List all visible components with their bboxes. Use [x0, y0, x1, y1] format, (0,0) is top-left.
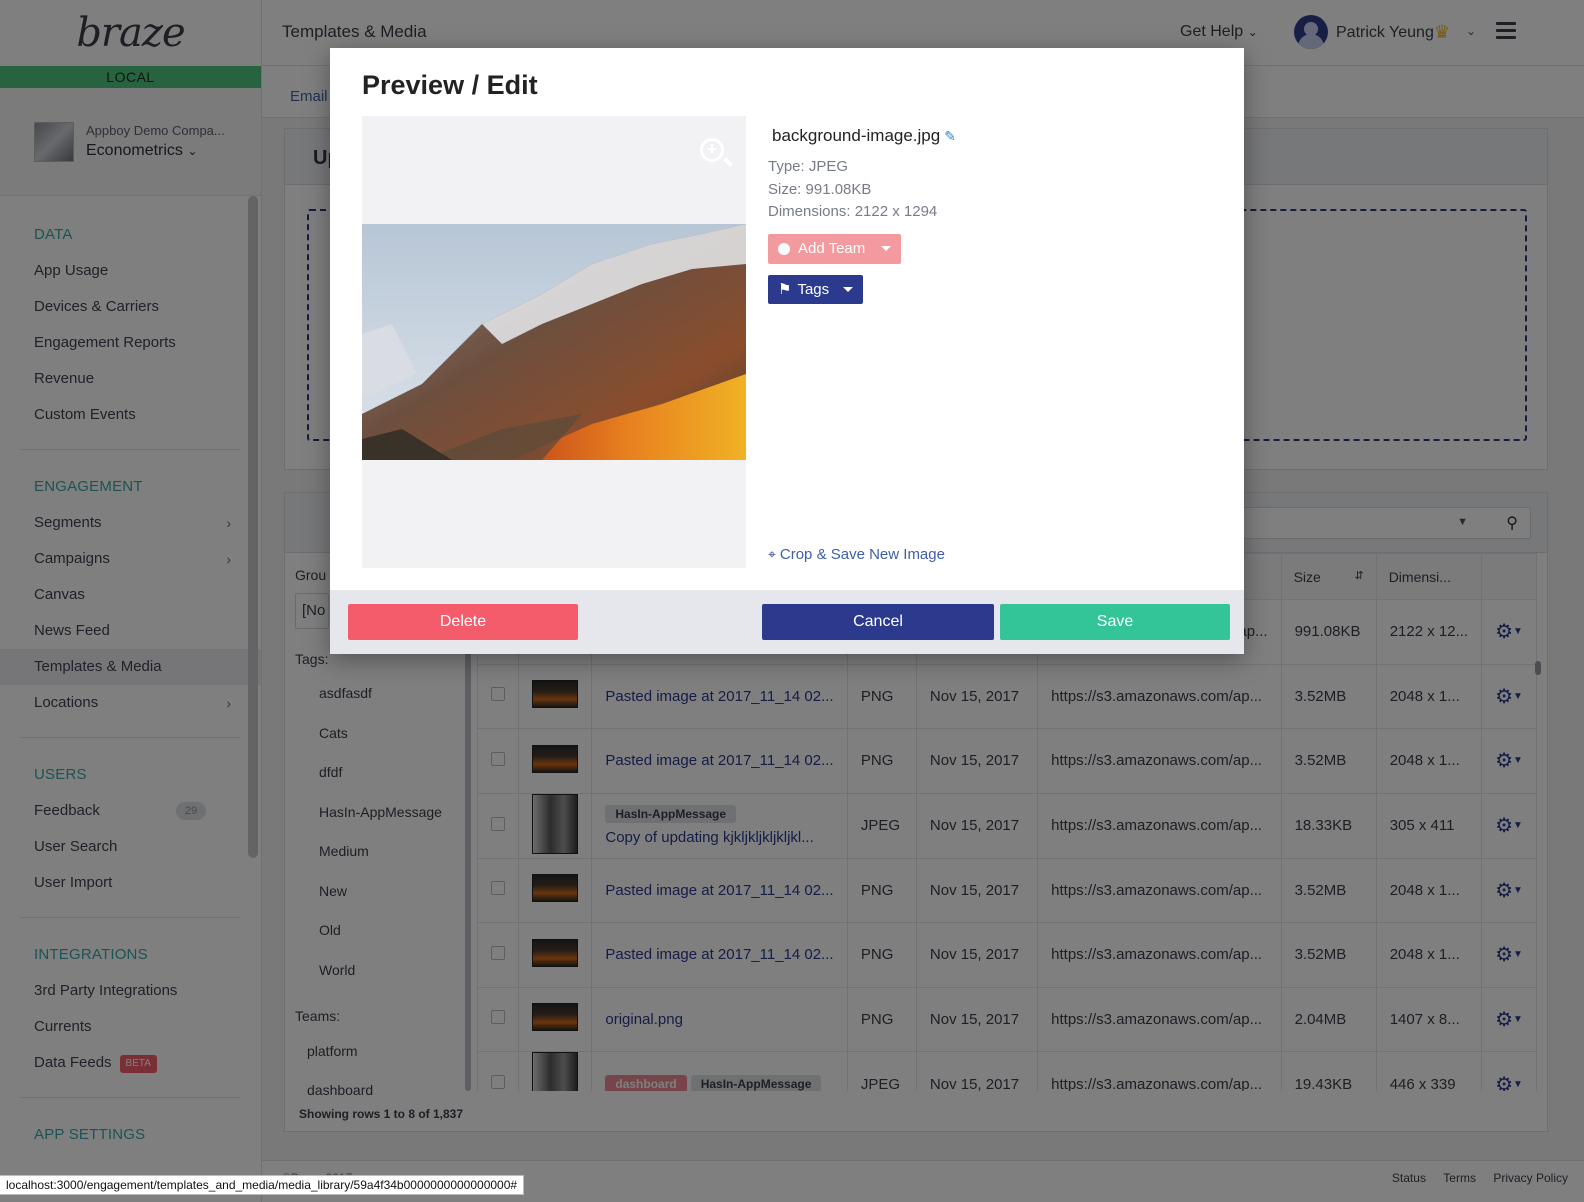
status-bar-url: localhost:3000/engagement/templates_and_…	[0, 1175, 525, 1195]
caret-down-icon	[881, 246, 892, 251]
caret-down-icon	[843, 286, 854, 292]
zoom-in-icon[interactable]: +	[700, 138, 724, 162]
file-info: background-image.jpg ✎ Type: JPEG Size: 9…	[768, 126, 1208, 304]
file-size: Size: 991.08KB	[768, 180, 872, 198]
tag-icon: ⚑	[778, 281, 792, 298]
delete-button[interactable]: Delete	[348, 604, 578, 640]
save-button[interactable]: Save	[1000, 604, 1230, 640]
mountain-photo	[362, 224, 746, 460]
filename[interactable]: background-image.jpg ✎	[772, 126, 1208, 146]
preview-edit-modal: Preview / Edit + background-image.jpg ✎ …	[330, 48, 1244, 654]
globe-icon	[778, 242, 790, 255]
modal-title: Preview / Edit	[362, 70, 538, 100]
add-team-button[interactable]: Add Team	[768, 233, 902, 264]
modal-footer: Delete Cancel Save	[330, 590, 1244, 654]
pencil-icon[interactable]: ✎	[944, 128, 956, 144]
crop-save-link[interactable]: ⌖ Crop & Save New Image	[768, 546, 945, 563]
file-dimensions: Dimensions: 2122 x 1294	[768, 203, 938, 220]
tags-button[interactable]: ⚑ Tags	[768, 274, 864, 304]
preview-image	[362, 224, 746, 460]
crop-icon: ⌖	[768, 546, 776, 562]
file-type: Type: JPEG	[768, 158, 849, 175]
file-meta: Type: JPEG Size: 991.08KB Dimensions: 21…	[768, 156, 1208, 224]
cancel-button[interactable]: Cancel	[762, 604, 994, 640]
image-preview: +	[362, 116, 746, 568]
